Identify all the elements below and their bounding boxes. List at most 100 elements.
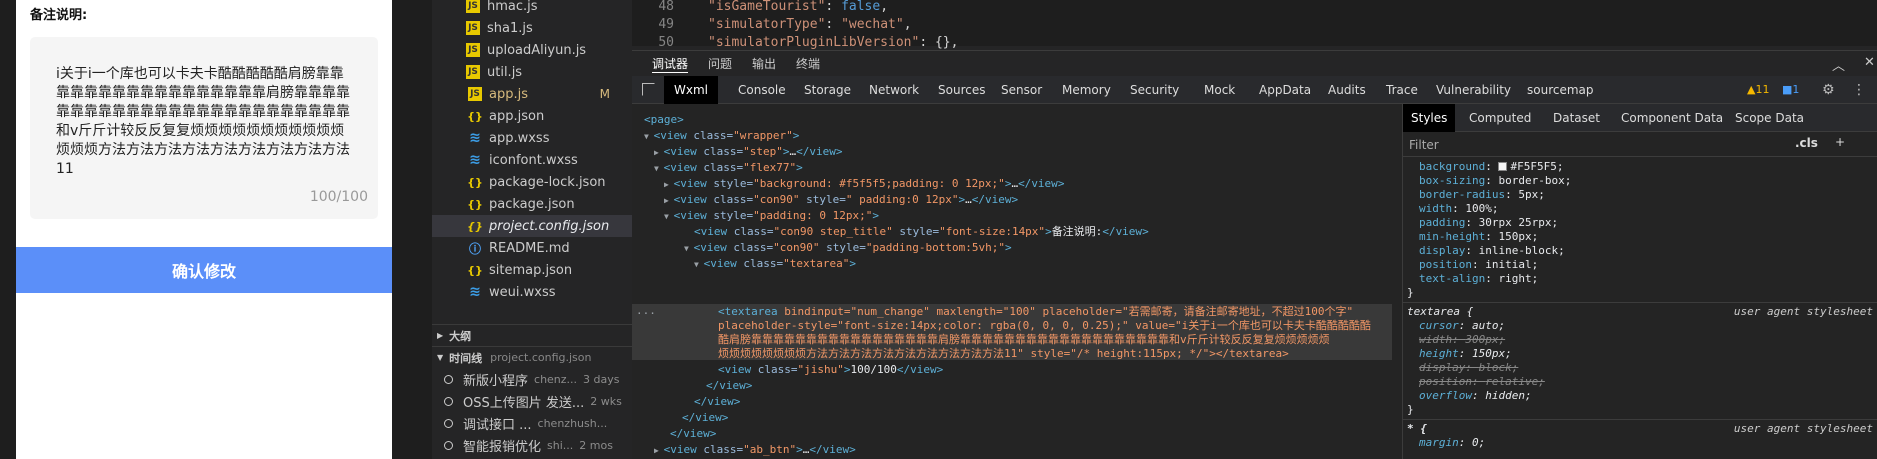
code-editor[interactable]: 48 "isGameTourist": false, 49 "simulatorTy… xyxy=(632,0,1877,50)
tab-security[interactable]: Security xyxy=(1130,76,1179,104)
tree-node-close[interactable]: </view> xyxy=(694,394,740,410)
timeline-item[interactable]: 智能报销优化 shi... 2 mos xyxy=(432,434,632,456)
file-item[interactable]: {} sitemap.json xyxy=(432,259,632,281)
outline-section[interactable]: ▶ 大纲 xyxy=(432,324,632,346)
tab-output[interactable]: 输出 xyxy=(752,55,776,72)
style-prop[interactable]: min-height: 150px; xyxy=(1419,230,1538,244)
tab-mock[interactable]: Mock xyxy=(1204,76,1235,104)
file-item[interactable]: JS uploadAliyun.js xyxy=(432,39,632,61)
style-prop[interactable]: overflow: hidden; xyxy=(1419,389,1532,403)
filter-input[interactable] xyxy=(1409,136,1779,154)
remark-textarea[interactable]: i关于i一个库也可以卡夫卡酷酷酷酷酷肩膀靠靠靠靠靠靠靠靠靠靠靠靠靠靠靠靠靠肩膀靠… xyxy=(30,37,378,219)
file-item[interactable]: JS sha1.js xyxy=(432,17,632,39)
tab-computed[interactable]: Computed xyxy=(1469,104,1531,132)
tab-sources[interactable]: Sources xyxy=(938,76,985,104)
tree-node-view[interactable]: ▶ <view class="con90" style=" padding:0 … xyxy=(664,192,1018,208)
tab-trace[interactable]: Trace xyxy=(1386,76,1418,104)
style-prop[interactable]: width: 100%; xyxy=(1419,202,1499,216)
file-item[interactable]: {} package-lock.json xyxy=(432,171,632,193)
cls-toggle[interactable]: .cls xyxy=(1795,136,1818,150)
tree-node-textarea-wrap[interactable]: ▼ <view class="textarea"> xyxy=(694,256,856,272)
tab-problems[interactable]: 问题 xyxy=(708,55,732,72)
timeline-section[interactable]: ▼ 时间线 project.config.json xyxy=(432,346,632,368)
style-prop-overridden[interactable]: position: relative; xyxy=(1419,375,1545,389)
close-icon[interactable]: ✕ xyxy=(1864,55,1875,70)
file-item[interactable]: {} package.json xyxy=(432,193,632,215)
modified-badge: M xyxy=(599,87,610,101)
tab-console[interactable]: Console xyxy=(738,76,786,104)
tree-node-wrapper[interactable]: ▼ <view class="wrapper"> xyxy=(644,128,799,144)
more-icon[interactable]: ··· xyxy=(636,307,656,320)
simulator-panel: 备注说明: i关于i一个库也可以卡夫卡酷酷酷酷酷肩膀靠靠靠靠靠靠靠靠靠靠靠靠靠靠… xyxy=(0,0,432,459)
tab-memory[interactable]: Memory xyxy=(1062,76,1111,104)
style-prop[interactable]: position: initial; xyxy=(1419,258,1538,272)
color-swatch[interactable] xyxy=(1498,162,1508,171)
more-icon[interactable]: ⋮ xyxy=(1852,76,1866,104)
tree-node-view[interactable]: ▶ <view style="background: #f5f5f5;paddi… xyxy=(664,176,1064,192)
warning-count[interactable]: ▲11 xyxy=(1747,76,1769,104)
attr-value: "textarea" xyxy=(783,257,850,270)
message-count[interactable]: ■1 xyxy=(1782,76,1799,104)
style-prop[interactable]: height: 150px; xyxy=(1419,347,1512,361)
style-prop[interactable]: margin: 0; xyxy=(1419,436,1485,450)
inspect-element-icon[interactable] xyxy=(642,83,655,96)
tab-sensor[interactable]: Sensor xyxy=(1001,76,1042,104)
tree-node-page[interactable]: <page> xyxy=(644,112,684,128)
tab-debugger[interactable]: 调试器 xyxy=(652,55,689,73)
file-item[interactable]: JS app.js M xyxy=(432,83,632,105)
style-prop[interactable]: box-sizing: border-box; xyxy=(1419,174,1571,188)
style-prop[interactable]: text-align: right; xyxy=(1419,272,1538,286)
confirm-modify-button[interactable]: 确认修改 xyxy=(16,247,392,293)
tab-sourcemap[interactable]: sourcemap xyxy=(1527,76,1594,104)
style-prop-overridden[interactable]: width: 300px; xyxy=(1419,333,1505,347)
file-item[interactable]: JS util.js xyxy=(432,61,632,83)
style-prop[interactable]: display: inline-block; xyxy=(1419,244,1565,258)
tree-node-step[interactable]: ▶ <view class="step">…</view> xyxy=(654,144,843,160)
rule-selector[interactable]: textarea { xyxy=(1407,305,1473,319)
rule-selector[interactable]: * { xyxy=(1407,422,1427,436)
gear-icon[interactable]: ⚙ xyxy=(1822,76,1835,104)
tree-node-flex77[interactable]: ▼ <view class="flex77"> xyxy=(654,160,803,176)
chevron-up-icon[interactable]: ︿ xyxy=(1832,55,1845,74)
tree-node-con90[interactable]: ▼ <view class="con90" style="padding-bot… xyxy=(684,240,1012,256)
tab-appdata[interactable]: AppData xyxy=(1259,76,1311,104)
style-prop-overridden[interactable]: display: block; xyxy=(1419,361,1518,375)
style-prop[interactable]: padding: 30rpx 25rpx; xyxy=(1419,216,1558,230)
tree-node-close[interactable]: </view> xyxy=(682,410,728,426)
add-rule-button[interactable]: + xyxy=(1835,135,1845,149)
tag-name: view xyxy=(680,193,707,206)
file-item[interactable]: ≋ weui.wxss xyxy=(432,281,632,303)
tree-node-jishu[interactable]: <view class="jishu">100/100</view> xyxy=(718,362,943,378)
file-item-selected[interactable]: {} project.config.json xyxy=(432,215,632,237)
tab-storage[interactable]: Storage xyxy=(804,76,851,104)
timeline-item[interactable]: 调试接口 ... chenzhush... xyxy=(432,412,632,434)
file-item[interactable]: ≋ iconfont.wxss xyxy=(432,149,632,171)
timeline-item[interactable]: 新版小程序 chenz... 3 days xyxy=(432,368,632,390)
tab-component-data[interactable]: Component Data xyxy=(1621,104,1723,132)
tab-audits[interactable]: Audits xyxy=(1328,76,1366,104)
tab-dataset[interactable]: Dataset xyxy=(1553,104,1600,132)
tree-node-close[interactable]: </view> xyxy=(706,378,752,394)
tree-node-step-title[interactable]: <view class="con90 step_title" style="fo… xyxy=(694,224,1149,240)
attr-list: placeholder-style="font-size:14px;color:… xyxy=(718,319,1371,332)
style-prop[interactable]: background: #F5F5F5; xyxy=(1419,160,1563,174)
tab-network[interactable]: Network xyxy=(869,76,919,104)
file-item[interactable]: {} app.json xyxy=(432,105,632,127)
tab-wxml[interactable]: Wxml xyxy=(664,76,718,104)
wxml-tree[interactable]: ··· <page> ▼ <view class="wrapper"> ▶ <v… xyxy=(632,104,1392,459)
file-item[interactable]: ⓘ README.md xyxy=(432,237,632,259)
tab-scope-data[interactable]: Scope Data xyxy=(1735,104,1804,132)
tree-node-close[interactable]: </view> xyxy=(670,426,716,442)
tab-vulnerability[interactable]: Vulnerability xyxy=(1436,76,1511,104)
chevron-right-icon: ▶ xyxy=(664,196,674,205)
tree-node-ab-btn[interactable]: ▶ <view class="ab_btn">…</view> xyxy=(654,442,856,458)
tab-styles[interactable]: Styles xyxy=(1403,104,1456,132)
file-item[interactable]: ≋ app.wxss xyxy=(432,127,632,149)
style-prop[interactable]: cursor: auto; xyxy=(1419,319,1505,333)
commit-message: 调试接口 ... xyxy=(463,417,532,433)
file-item[interactable]: JS hmac.js xyxy=(432,0,632,17)
tree-node-view[interactable]: ▼ <view style="padding: 0 12px;"> xyxy=(664,208,879,224)
tab-terminal[interactable]: 终端 xyxy=(796,55,820,72)
timeline-item[interactable]: OSS上传图片 发送... 2 wks xyxy=(432,390,632,412)
style-prop[interactable]: border-radius: 5px; xyxy=(1419,188,1545,202)
